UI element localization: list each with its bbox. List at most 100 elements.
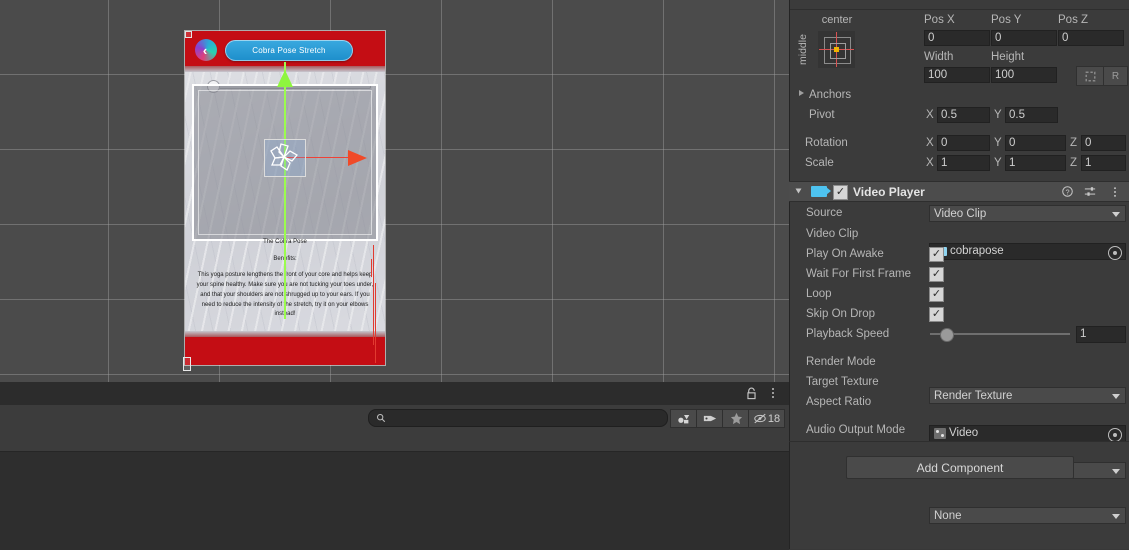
unity-editor-window: ‹ Cobra Pose Stretch The Cobra Pose Bene…: [0, 0, 1129, 550]
gizmo-y-arrow-icon[interactable]: [277, 70, 293, 87]
scale-z-input[interactable]: [1081, 155, 1126, 171]
gizmo-x-arrow-icon[interactable]: [348, 150, 367, 166]
svg-text:?: ?: [1065, 187, 1069, 196]
rotation-z-input[interactable]: [1081, 135, 1126, 151]
chevron-down-icon: [1112, 469, 1120, 474]
object-picker-icon[interactable]: [1108, 428, 1122, 442]
checkmark-icon: ✓: [931, 307, 942, 320]
preset-icon[interactable]: [1084, 186, 1096, 200]
scale-x-input[interactable]: [937, 155, 990, 171]
pos-x-input[interactable]: [924, 30, 990, 46]
playback-speed-slider-handle[interactable]: [940, 328, 954, 342]
wait-for-first-frame-checkbox[interactable]: ✓: [929, 267, 944, 282]
rotation-label: Rotation: [805, 137, 848, 149]
search-field[interactable]: [368, 409, 668, 427]
aspect-ratio-label: Aspect Ratio: [806, 396, 872, 408]
project-panel-content[interactable]: [0, 451, 789, 550]
star-icon: [730, 412, 742, 425]
audio-output-mode-dropdown[interactable]: None: [929, 507, 1126, 524]
add-component-label: Add Component: [916, 460, 1004, 475]
chevron-down-icon: [1112, 212, 1120, 217]
inspector-top-divider: [790, 0, 1129, 10]
project-panel-body[interactable]: [0, 429, 789, 550]
anchors-foldout-icon[interactable]: [799, 90, 804, 96]
rect-handle-top-left[interactable]: [185, 31, 192, 38]
eye-off-icon: [754, 413, 766, 424]
target-texture-label: Target Texture: [806, 376, 879, 388]
project-panel: 18: [0, 382, 789, 550]
loop-checkbox[interactable]: ✓: [929, 287, 944, 302]
pivot-x-input[interactable]: [937, 107, 990, 123]
rotation-x-input[interactable]: [937, 135, 990, 151]
app-footer-bar: [185, 337, 385, 365]
checkmark-icon: ✓: [835, 185, 846, 198]
move-tool-pinwheel-icon[interactable]: [268, 142, 300, 172]
pivot-dot-icon: [834, 47, 839, 52]
source-dropdown[interactable]: Video Clip: [929, 205, 1126, 222]
search-input[interactable]: [388, 412, 667, 424]
source-value: Video Clip: [934, 208, 987, 220]
help-icon[interactable]: ?: [1062, 186, 1073, 200]
project-panel-tabstrip: [0, 382, 789, 406]
play-on-awake-checkbox[interactable]: ✓: [929, 247, 944, 262]
lock-icon[interactable]: [745, 387, 758, 400]
project-panel-toolbar: 18: [0, 405, 789, 430]
anchors-label[interactable]: Anchors: [809, 89, 851, 101]
filter-by-label-button[interactable]: [696, 409, 724, 428]
anchor-preset-horizontal-label: center: [821, 14, 853, 26]
favorites-button[interactable]: [722, 409, 750, 428]
anchor-preset-widget[interactable]: [818, 31, 855, 68]
component-enabled-checkbox[interactable]: ✓: [833, 185, 848, 200]
rect-handle-bottom-left[interactable]: [183, 357, 191, 371]
panel-menu-icon[interactable]: [767, 386, 779, 400]
back-button[interactable]: ‹: [195, 39, 217, 61]
video-player-component-header[interactable]: ✓ Video Player ?: [789, 181, 1129, 202]
render-mode-label: Render Mode: [806, 356, 876, 368]
target-texture-object-field[interactable]: Video: [929, 425, 1126, 442]
anchor-preset-vertical-label: middle: [797, 34, 809, 66]
scale-y-input[interactable]: [1005, 155, 1066, 171]
pivot-x-axis-label: X: [926, 109, 934, 121]
hidden-objects-counter[interactable]: 18: [748, 409, 785, 428]
gizmo-y-axis[interactable]: [284, 62, 286, 319]
pos-y-input[interactable]: [991, 30, 1057, 46]
pose-title-pill[interactable]: Cobra Pose Stretch: [225, 40, 353, 61]
video-clip-value: cobrapose: [950, 245, 1004, 257]
pivot-y-input[interactable]: [1005, 107, 1058, 123]
raw-edit-mode-button[interactable]: R: [1103, 66, 1128, 86]
inspector-separator: [789, 441, 1129, 442]
blueprint-mode-button[interactable]: [1076, 66, 1105, 86]
object-picker-icon[interactable]: [1108, 246, 1122, 260]
rotation-z-axis-label: Z: [1070, 137, 1078, 149]
width-input[interactable]: [924, 67, 990, 83]
component-foldout-icon[interactable]: [795, 188, 802, 194]
height-input[interactable]: [991, 67, 1057, 83]
height-label: Height: [991, 51, 1025, 63]
audio-output-mode-label: Audio Output Mode: [806, 424, 906, 436]
checkmark-icon: ✓: [931, 267, 942, 280]
rotation-x-axis-label: X: [926, 137, 934, 149]
raw-edit-label: R: [1111, 70, 1120, 82]
playback-speed-input[interactable]: [1076, 326, 1126, 343]
scene-view[interactable]: ‹ Cobra Pose Stretch The Cobra Pose Bene…: [0, 0, 789, 382]
pos-z-input[interactable]: [1058, 30, 1124, 46]
skip-on-drop-checkbox[interactable]: ✓: [929, 307, 944, 322]
blueprint-icon: [1085, 71, 1096, 81]
search-icon: [374, 413, 388, 423]
scale-label: Scale: [805, 157, 834, 169]
pivot-label: Pivot: [809, 109, 835, 121]
source-label: Source: [806, 207, 843, 219]
render-mode-value: Render Texture: [934, 390, 1013, 402]
render-texture-asset-icon: [934, 428, 946, 439]
checkmark-icon: ✓: [931, 247, 942, 260]
rotation-y-input[interactable]: [1005, 135, 1066, 151]
target-texture-value: Video: [949, 427, 979, 439]
width-label: Width: [924, 51, 954, 63]
video-clip-object-field[interactable]: cobrapose: [929, 243, 1126, 260]
render-mode-dropdown[interactable]: Render Texture: [929, 387, 1126, 404]
filter-by-type-button[interactable]: [670, 409, 698, 428]
hidden-count-label: 18: [767, 412, 781, 425]
scale-z-axis-label: Z: [1070, 157, 1078, 169]
component-menu-icon[interactable]: [1113, 186, 1117, 201]
add-component-button[interactable]: Add Component: [846, 456, 1074, 479]
